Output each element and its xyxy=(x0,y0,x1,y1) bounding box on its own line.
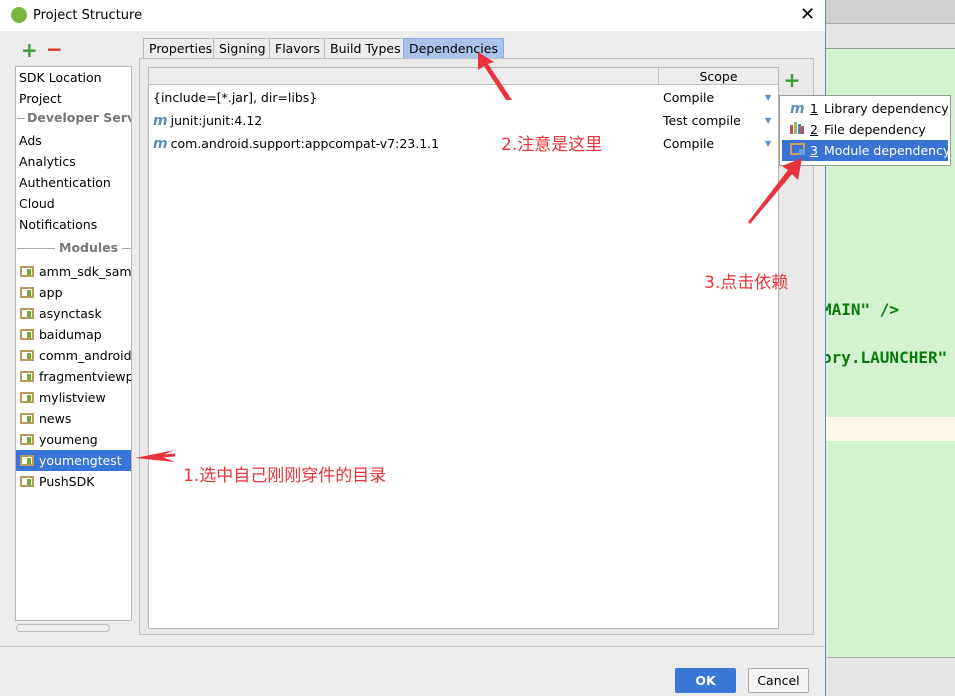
annotation-step3: 3.点击依赖 xyxy=(704,273,789,293)
annotation-arrows xyxy=(135,52,802,462)
arrow-step2 xyxy=(478,52,512,100)
arrow-step3 xyxy=(748,158,802,224)
arrow-step1-shaft xyxy=(149,453,176,459)
annotation-step1: 1.选中自己刚刚穿件的目录 xyxy=(183,466,387,486)
annotation-step2: 2.注意是这里 xyxy=(501,135,603,155)
